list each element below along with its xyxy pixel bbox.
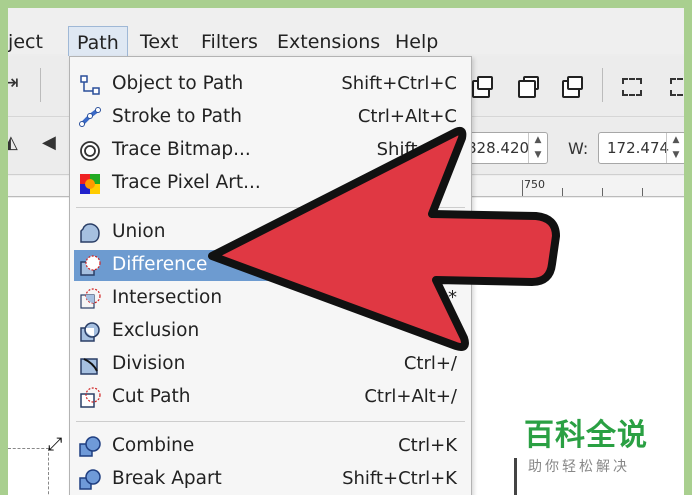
pointer-arrow-icon bbox=[208, 126, 560, 351]
